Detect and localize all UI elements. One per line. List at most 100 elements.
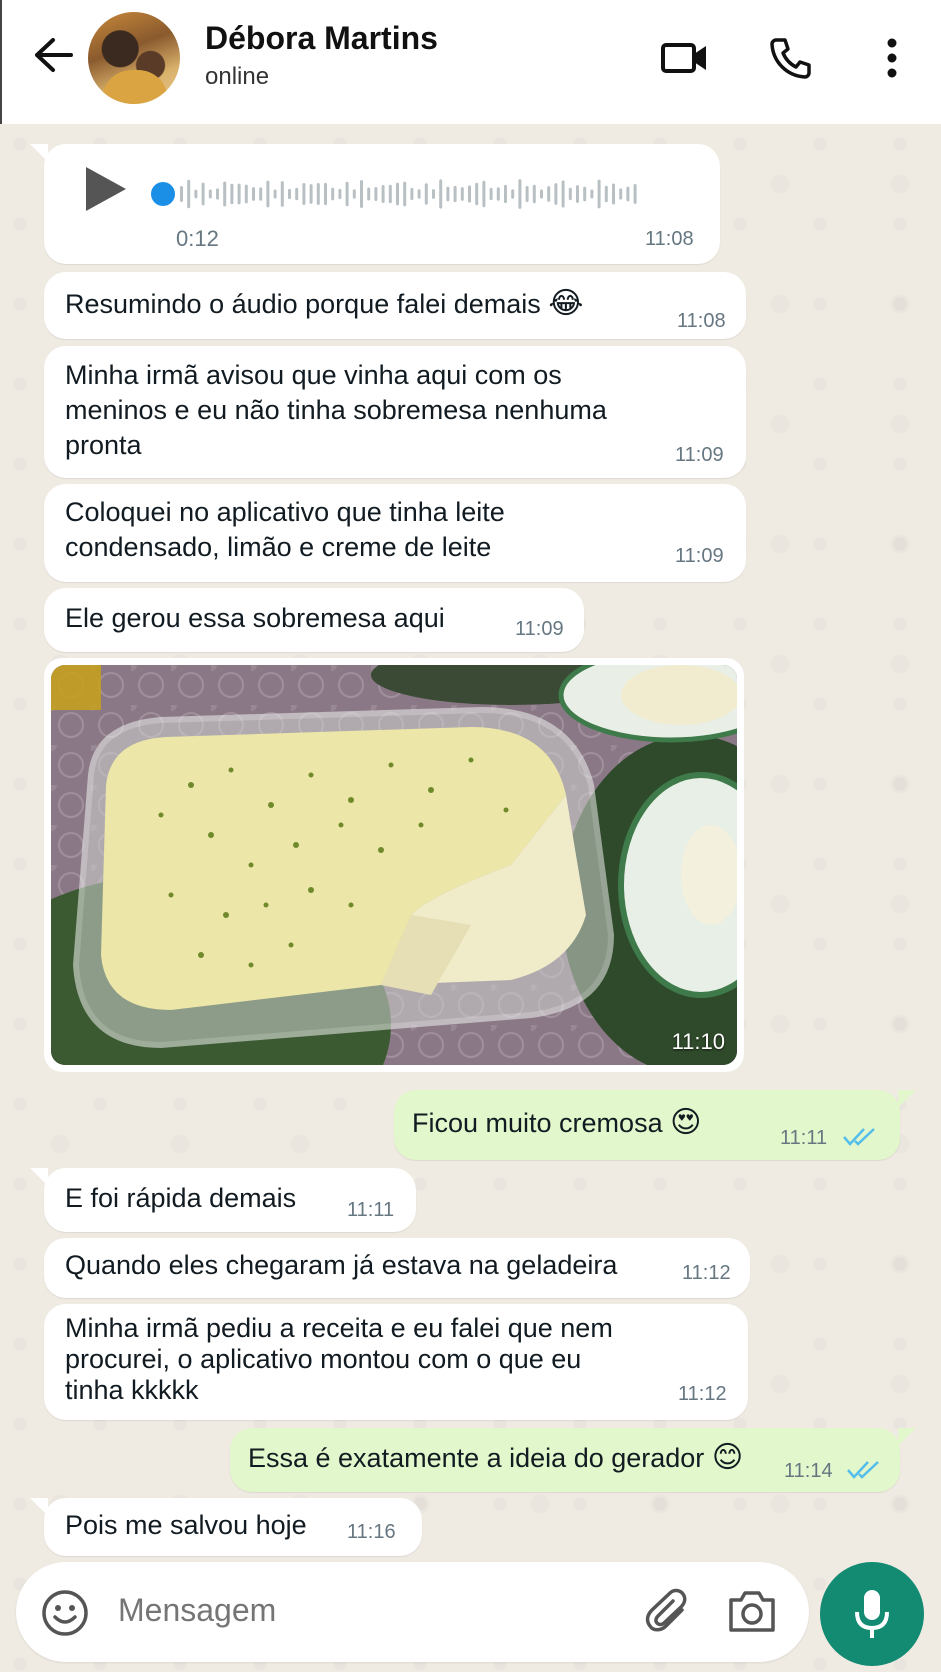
message-text-line: procurei, o aplicativo montou com o que …	[65, 1344, 582, 1374]
waveform-bar	[604, 185, 608, 203]
waveform-bar	[352, 189, 356, 199]
waveform-bar	[280, 181, 284, 207]
voice-waveform[interactable]	[180, 176, 660, 212]
message-text: Essa é exatamente a ideia do gerador 😊	[248, 1441, 744, 1474]
waveform-bar	[554, 183, 558, 205]
message-time: 11:09	[515, 618, 564, 640]
read-receipt-icon	[847, 1461, 879, 1479]
waveform-bar	[612, 183, 615, 205]
contact-name[interactable]: Débora Martins	[205, 20, 438, 57]
message-input[interactable]	[118, 1592, 578, 1629]
play-icon[interactable]	[82, 165, 128, 213]
message-time: 11:14	[784, 1460, 833, 1482]
message-time: 11:16	[347, 1521, 396, 1543]
message-time: 11:09	[675, 444, 724, 466]
waveform-bar	[626, 186, 630, 202]
waveform-bar	[561, 180, 565, 208]
waveform-bar	[345, 181, 349, 207]
phone-icon[interactable]	[762, 30, 818, 86]
message-text-line: pronta	[65, 430, 142, 460]
waveform-bar	[453, 185, 457, 203]
attach-icon[interactable]	[644, 1588, 694, 1638]
waveform-bar	[597, 179, 601, 209]
waveform-bar	[446, 186, 450, 202]
camera-icon[interactable]	[726, 1588, 778, 1638]
contact-avatar[interactable]	[88, 12, 180, 104]
more-vert-icon[interactable]	[864, 30, 920, 86]
back-arrow-icon[interactable]	[28, 30, 78, 80]
waveform-bar	[424, 183, 428, 205]
dessert-photo-illustration	[51, 665, 737, 1065]
waveform-bar	[266, 180, 270, 208]
laughing-emoji-icon: 😂	[548, 287, 584, 320]
waveform-bar	[482, 180, 486, 208]
waveform-bar	[496, 187, 500, 201]
waveform-bar	[360, 179, 363, 209]
waveform-bar	[244, 184, 248, 204]
smiling-emoji-icon: 😊	[711, 1441, 744, 1474]
waveform-bar	[288, 188, 291, 200]
waveform-bar	[273, 189, 277, 199]
waveform-bar	[518, 179, 522, 209]
message-text: E foi rápida demais	[65, 1183, 297, 1213]
video-call-icon[interactable]	[657, 30, 713, 86]
waveform-bar	[180, 186, 183, 202]
message-text-line: Coloquei no aplicativo que tinha leite	[65, 497, 505, 527]
message-text-line: Minha irmã avisou que vinha aqui com os	[65, 360, 562, 390]
voice-duration: 0:12	[176, 226, 219, 251]
voice-progress-handle[interactable]	[151, 182, 175, 206]
waveform-bar	[223, 181, 227, 207]
waveform-bar	[252, 187, 255, 201]
waveform-bar	[187, 179, 191, 209]
waveform-bar	[619, 188, 623, 200]
message-text: Resumindo o áudio porque falei demais 😂	[65, 287, 584, 320]
emoji-icon[interactable]	[40, 1588, 90, 1638]
read-receipt-icon	[843, 1128, 875, 1146]
waveform-bar	[201, 182, 205, 206]
image-time: 11:10	[671, 1029, 725, 1054]
waveform-bar	[374, 186, 378, 202]
message-text-line: Minha irmã pediu a receita e eu falei qu…	[65, 1313, 613, 1343]
waveform-bar	[410, 187, 414, 201]
waveform-bar	[432, 189, 435, 199]
message-time: 11:11	[780, 1127, 828, 1149]
message-composer	[16, 1562, 809, 1662]
waveform-bar	[475, 182, 479, 206]
waveform-bar	[568, 187, 572, 201]
waveform-bar	[525, 185, 529, 203]
waveform-bar	[388, 184, 392, 204]
message-text: Pois me salvou hoje	[65, 1510, 307, 1540]
waveform-bar	[583, 186, 587, 202]
waveform-bar	[590, 189, 594, 199]
waveform-bar	[504, 184, 507, 204]
waveform-bar	[316, 183, 320, 205]
waveform-bar	[511, 189, 515, 199]
mic-icon[interactable]	[820, 1562, 924, 1666]
waveform-bar	[547, 186, 551, 202]
dessert-photo[interactable]: 11:10	[51, 665, 737, 1065]
waveform-bar	[489, 187, 493, 201]
waveform-bar	[295, 187, 299, 201]
contact-status: online	[205, 63, 270, 90]
chat-header: Débora Martins online	[0, 0, 941, 124]
waveform-bar	[237, 183, 241, 205]
waveform-bar	[216, 188, 219, 200]
waveform-bar	[309, 184, 313, 204]
waveform-bar	[576, 185, 579, 203]
message-time: 11:12	[682, 1262, 731, 1284]
waveform-bar	[532, 184, 536, 204]
waveform-bar	[331, 187, 335, 201]
waveform-bar	[417, 189, 421, 199]
message-time: 11:12	[678, 1383, 727, 1405]
waveform-bar	[367, 187, 371, 201]
waveform-bar	[259, 187, 263, 201]
waveform-bar	[302, 183, 306, 205]
message-time: 11:11	[347, 1199, 395, 1221]
message-text: Quando eles chegaram já estava na gelade…	[65, 1250, 618, 1280]
message-time: 11:08	[677, 310, 726, 332]
message-time: 11:09	[675, 545, 724, 567]
heart-eyes-emoji-icon: 😍	[670, 1106, 702, 1139]
waveform-bar	[338, 188, 342, 200]
waveform-bar	[396, 182, 399, 206]
message-text-line: tinha kkkkk	[65, 1375, 199, 1405]
